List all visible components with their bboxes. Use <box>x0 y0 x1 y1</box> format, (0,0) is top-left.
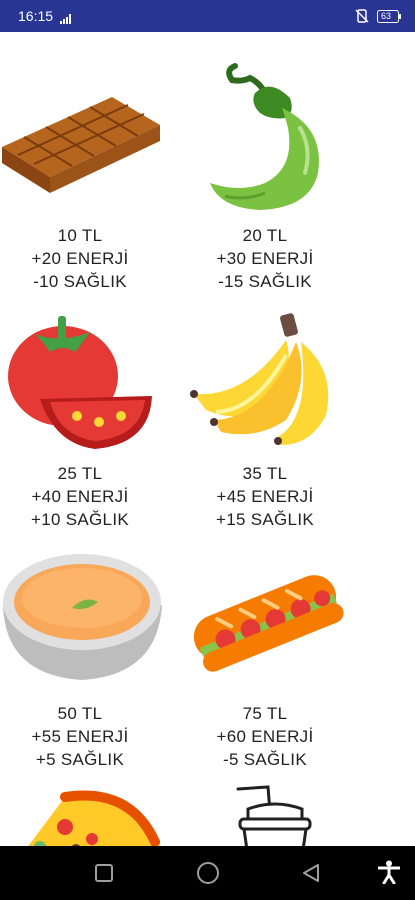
tomato-icon <box>8 316 152 449</box>
back-button[interactable] <box>302 863 320 888</box>
accessibility-icon[interactable] <box>377 860 401 889</box>
vibrate-off-icon <box>355 9 369 28</box>
status-bar: 16:15 63 <box>0 0 415 32</box>
food-item-soup[interactable] <box>0 550 200 685</box>
food-item-banana[interactable] <box>186 310 386 450</box>
health-text: -15 SAĞLIK <box>218 272 312 291</box>
price-text: 10 TL <box>57 226 103 245</box>
energy-text: +45 ENERJİ <box>216 487 314 506</box>
food-label-tomato: 25 TL +40 ENERJİ +10 SAĞLIK <box>0 462 180 531</box>
food-list[interactable]: 10 TL +20 ENERJİ -10 SAĞLIK 20 TL +30 EN… <box>0 32 415 846</box>
food-label-soup: 50 TL +55 ENERJİ +5 SAĞLIK <box>0 702 180 771</box>
price-text: 50 TL <box>57 704 103 723</box>
health-text: -10 SAĞLIK <box>33 272 127 291</box>
food-item-drink[interactable] <box>230 777 415 846</box>
food-item-chocolate[interactable] <box>0 77 200 202</box>
chocolate-icon <box>2 97 160 193</box>
navigation-bar <box>0 846 415 900</box>
food-label-sandwich: 75 TL +60 ENERJİ -5 SAĞLIK <box>165 702 365 771</box>
food-label-banana: 35 TL +45 ENERJİ +15 SAĞLIK <box>165 462 365 531</box>
price-text: 35 TL <box>242 464 288 483</box>
pepper-icon <box>210 63 319 210</box>
energy-text: +20 ENERJİ <box>31 249 129 268</box>
food-label-chocolate: 10 TL +20 ENERJİ -10 SAĞLIK <box>0 224 180 293</box>
food-item-pizza[interactable] <box>20 787 220 846</box>
price-text: 20 TL <box>242 226 288 245</box>
price-text: 75 TL <box>242 704 288 723</box>
battery-level: 63 <box>381 10 392 21</box>
food-item-sandwich[interactable] <box>185 557 385 677</box>
health-text: -5 SAĞLIK <box>223 750 307 769</box>
food-label-pepper: 20 TL +30 ENERJİ -15 SAĞLIK <box>165 224 365 293</box>
home-button[interactable] <box>196 861 220 890</box>
sandwich-icon <box>193 575 344 672</box>
battery-icon: 63 <box>377 9 401 28</box>
signal-icon <box>60 11 72 29</box>
energy-text: +30 ENERJİ <box>216 249 314 268</box>
price-text: 25 TL <box>57 464 103 483</box>
energy-text: +40 ENERJİ <box>31 487 129 506</box>
status-time: 16:15 <box>18 8 54 24</box>
recents-button[interactable] <box>95 864 113 887</box>
banana-icon <box>190 313 329 445</box>
health-text: +10 SAĞLIK <box>31 510 129 529</box>
energy-text: +60 ENERJİ <box>216 727 314 746</box>
soup-bowl-icon <box>3 554 162 680</box>
pizza-icon <box>28 790 160 846</box>
food-item-tomato[interactable] <box>5 304 205 454</box>
energy-text: +55 ENERJİ <box>31 727 129 746</box>
drink-cup-icon <box>236 785 312 846</box>
health-text: +5 SAĞLIK <box>35 750 125 769</box>
food-item-pepper[interactable] <box>200 58 400 218</box>
health-text: +15 SAĞLIK <box>216 510 314 529</box>
